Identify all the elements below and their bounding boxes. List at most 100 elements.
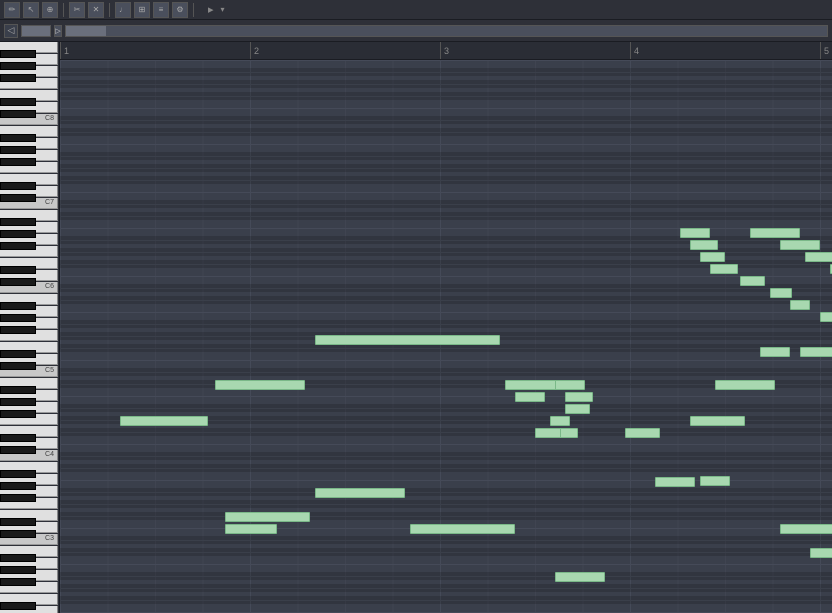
black-key[interactable] xyxy=(0,362,36,370)
dark-row xyxy=(60,68,832,76)
note-icon[interactable]: ♩ xyxy=(115,2,131,18)
snap-icon[interactable]: ⊞ xyxy=(134,2,150,18)
black-key[interactable] xyxy=(0,278,36,286)
dark-row xyxy=(60,548,832,556)
note[interactable] xyxy=(790,300,810,310)
black-key[interactable] xyxy=(0,314,36,322)
black-key[interactable] xyxy=(0,98,36,106)
note[interactable] xyxy=(505,380,557,390)
delete-tool-icon[interactable]: ✕ xyxy=(88,2,104,18)
scroll-thumb-v xyxy=(22,26,50,36)
note[interactable] xyxy=(225,512,310,522)
note-grid[interactable] xyxy=(60,60,832,613)
note[interactable] xyxy=(700,476,730,486)
note[interactable] xyxy=(715,380,775,390)
black-key[interactable] xyxy=(0,578,36,586)
dark-row xyxy=(60,80,832,88)
note[interactable] xyxy=(700,252,725,262)
dark-row xyxy=(60,500,832,508)
black-key[interactable] xyxy=(0,398,36,406)
velocity-dropdown[interactable]: ▾ xyxy=(219,5,225,14)
note[interactable] xyxy=(315,335,500,345)
note[interactable] xyxy=(750,228,800,238)
black-key[interactable] xyxy=(0,74,36,82)
note[interactable] xyxy=(215,380,305,390)
note[interactable] xyxy=(810,548,832,558)
zoom-out-btn[interactable]: ◁ xyxy=(4,24,18,38)
piano-keyboard[interactable]: C8C7C6C5C4C3C2 xyxy=(0,42,60,613)
note[interactable] xyxy=(710,264,738,274)
black-key[interactable] xyxy=(0,326,36,334)
black-key[interactable] xyxy=(0,218,36,226)
pencil-tool-icon[interactable]: ✏ xyxy=(4,2,20,18)
zoom-in-btn[interactable]: ▷ xyxy=(54,25,62,37)
black-key[interactable] xyxy=(0,434,36,442)
note[interactable] xyxy=(225,524,277,534)
black-key[interactable] xyxy=(0,158,36,166)
black-key[interactable] xyxy=(0,494,36,502)
black-key[interactable] xyxy=(0,110,36,118)
black-key[interactable] xyxy=(0,554,36,562)
note[interactable] xyxy=(565,404,590,414)
black-key[interactable] xyxy=(0,530,36,538)
black-key[interactable] xyxy=(0,482,36,490)
note[interactable] xyxy=(550,416,570,426)
note[interactable] xyxy=(120,416,208,426)
note[interactable] xyxy=(315,488,405,498)
black-key[interactable] xyxy=(0,302,36,310)
black-key[interactable] xyxy=(0,194,36,202)
black-key[interactable] xyxy=(0,602,36,610)
note[interactable] xyxy=(560,428,578,438)
note[interactable] xyxy=(690,416,745,426)
black-key[interactable] xyxy=(0,410,36,418)
dark-row xyxy=(60,152,832,160)
note[interactable] xyxy=(820,312,832,322)
note[interactable] xyxy=(740,276,765,286)
quantize-icon[interactable]: ≡ xyxy=(153,2,169,18)
note[interactable] xyxy=(690,240,718,250)
black-key[interactable] xyxy=(0,266,36,274)
note[interactable] xyxy=(680,228,710,238)
ruler-mark-3: 3 xyxy=(440,42,449,59)
note[interactable] xyxy=(770,288,792,298)
black-key[interactable] xyxy=(0,386,36,394)
note[interactable] xyxy=(555,380,585,390)
black-key[interactable] xyxy=(0,230,36,238)
note[interactable] xyxy=(800,347,832,357)
zoom-tool-icon[interactable]: ⊕ xyxy=(42,2,58,18)
black-key[interactable] xyxy=(0,146,36,154)
dark-row xyxy=(60,572,832,580)
black-key[interactable] xyxy=(0,62,36,70)
separator-1 xyxy=(63,3,64,17)
piano-keys-container: C8C7C6C5C4C3C2 xyxy=(0,42,59,613)
black-key[interactable] xyxy=(0,182,36,190)
black-key[interactable] xyxy=(0,134,36,142)
dark-row xyxy=(60,344,832,352)
horizontal-scrollbar[interactable] xyxy=(65,25,828,37)
cut-tool-icon[interactable]: ✂ xyxy=(69,2,85,18)
dark-row xyxy=(60,584,832,592)
note[interactable] xyxy=(565,392,593,402)
black-key[interactable] xyxy=(0,518,36,526)
settings-icon[interactable]: ⚙ xyxy=(172,2,188,18)
note[interactable] xyxy=(780,524,832,534)
note[interactable] xyxy=(515,392,545,402)
note[interactable] xyxy=(410,524,515,534)
note[interactable] xyxy=(625,428,660,438)
dark-row xyxy=(60,536,832,544)
note[interactable] xyxy=(780,240,820,250)
black-key[interactable] xyxy=(0,566,36,574)
black-key[interactable] xyxy=(0,446,36,454)
note[interactable] xyxy=(805,252,832,262)
black-key[interactable] xyxy=(0,470,36,478)
note[interactable] xyxy=(760,347,790,357)
dark-row xyxy=(60,452,832,460)
black-key[interactable] xyxy=(0,242,36,250)
black-key[interactable] xyxy=(0,350,36,358)
scroll-bar-v[interactable] xyxy=(21,25,51,37)
grid-container[interactable]: 1 2 3 4 5 xyxy=(60,42,832,613)
note[interactable] xyxy=(655,477,695,487)
note[interactable] xyxy=(555,572,605,582)
select-tool-icon[interactable]: ↖ xyxy=(23,2,39,18)
black-key[interactable] xyxy=(0,50,36,58)
